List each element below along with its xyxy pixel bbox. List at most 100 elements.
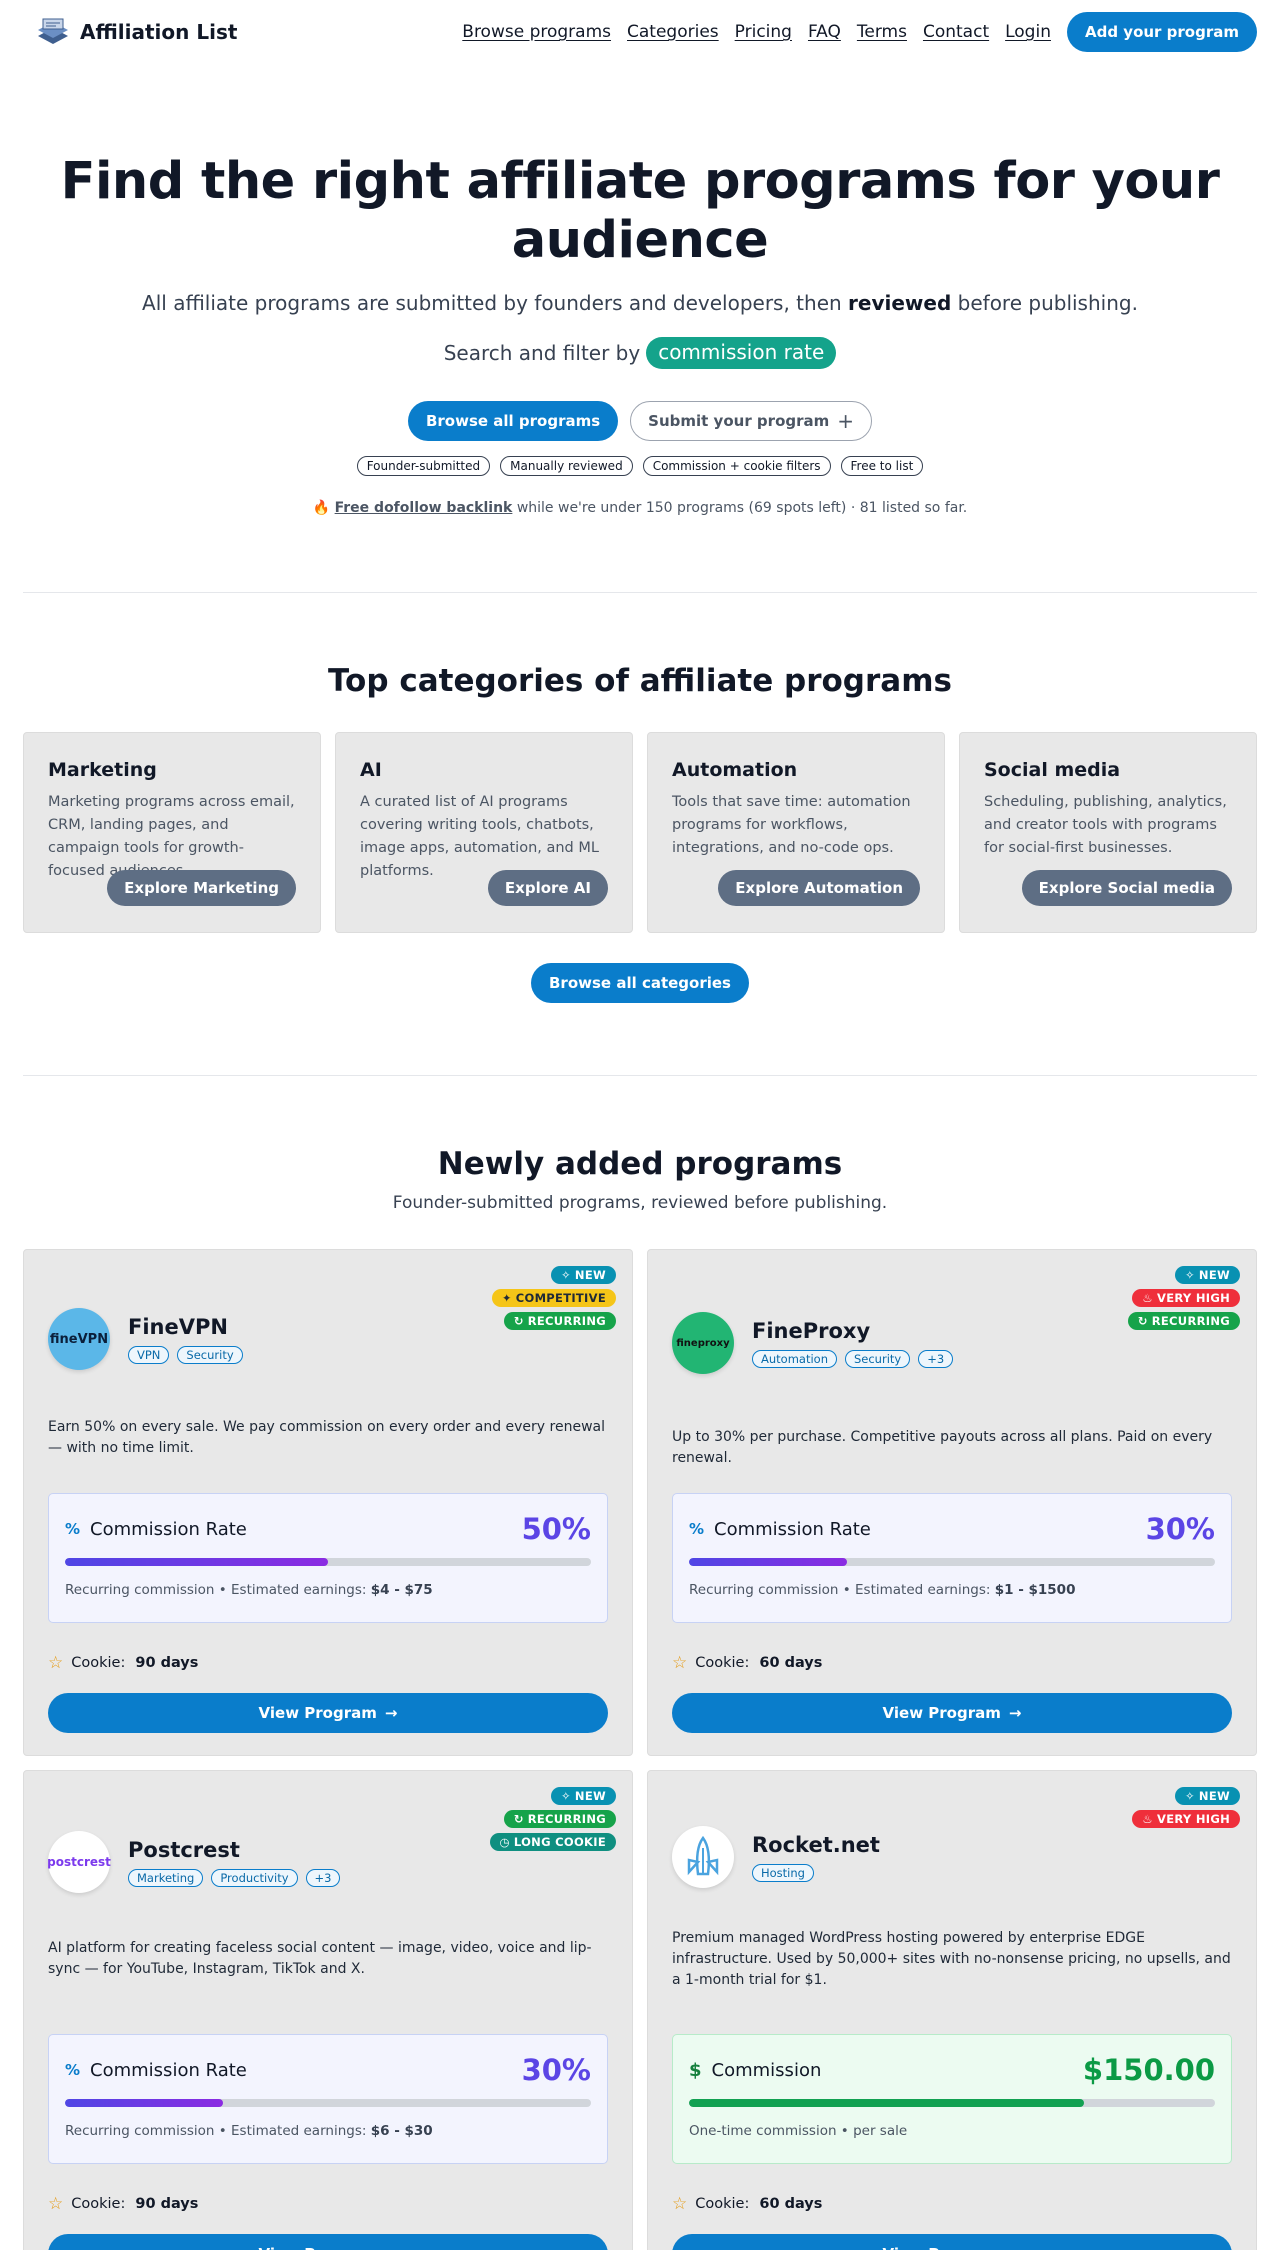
commission-value: 50%	[521, 1512, 591, 1546]
hero-buttons: Browse all programs Submit your program …	[0, 401, 1280, 441]
explore-automation-button[interactable]: Explore Automation	[718, 870, 920, 906]
note-prefix: Recurring commission • Estimated earning…	[65, 1582, 371, 1598]
note-prefix: Recurring commission • Estimated earning…	[689, 1582, 995, 1598]
explore-social-media-button[interactable]: Explore Social media	[1021, 870, 1232, 906]
backlink-link[interactable]: Free dofollow backlink	[335, 500, 513, 516]
explore-ai-button[interactable]: Explore AI	[487, 870, 608, 906]
badge-recurring: ↻ RECURRING	[503, 1312, 616, 1330]
badges: ✧ NEW ♨ VERY HIGH ↻ RECURRING	[1127, 1266, 1240, 1330]
cookie-days: 90 days	[135, 2196, 199, 2212]
commission-bar	[689, 1558, 1215, 1566]
view-program-label: View Program	[259, 2245, 377, 2250]
badge-new: ✧ NEW	[550, 1787, 616, 1805]
flame-icon: ♨	[1142, 1291, 1154, 1305]
category-card-marketing: Marketing Marketing programs across emai…	[23, 732, 321, 933]
nav-link-login[interactable]: Login	[1005, 22, 1051, 42]
dollar-icon: $	[689, 2059, 702, 2081]
chip-founder-submitted: Founder-submitted	[356, 456, 491, 476]
commission-bar	[65, 1558, 591, 1566]
nav-link-contact[interactable]: Contact	[923, 22, 989, 42]
refresh-icon: ↻	[513, 1314, 524, 1328]
tag[interactable]: Security	[177, 1345, 243, 1364]
program-name[interactable]: Postcrest	[128, 1838, 340, 1862]
view-program-button[interactable]: View Program →	[672, 2234, 1232, 2250]
program-desc: AI platform for creating faceless social…	[48, 1940, 592, 1977]
nav-link-terms[interactable]: Terms	[857, 22, 907, 42]
program-desc: Up to 30% per purchase. Competitive payo…	[672, 1429, 1213, 1466]
chip-manually-reviewed: Manually reviewed	[500, 456, 633, 476]
percent-icon: %	[65, 1520, 81, 1538]
categories-grid: Marketing Marketing programs across emai…	[23, 732, 1257, 933]
submit-program-button[interactable]: Submit your program +	[630, 401, 873, 441]
nav-link-faq[interactable]: FAQ	[808, 22, 841, 42]
badge-label: NEW	[574, 1268, 606, 1282]
plus-icon: +	[837, 409, 855, 433]
star-icon: ☆	[48, 2194, 64, 2214]
badge-recurring: ↻ RECURRING	[1127, 1312, 1240, 1330]
tag-more[interactable]: +3	[305, 1868, 341, 1887]
hero-filter-line: Search and filter by commission rate	[0, 337, 1280, 369]
cookie-days: 60 days	[759, 2196, 823, 2212]
category-title: Social media	[984, 759, 1121, 781]
arrow-right-icon: →	[384, 1704, 398, 1722]
flame-icon: ♨	[1142, 1812, 1154, 1826]
commission-note: Recurring commission • Estimated earning…	[65, 1582, 591, 1598]
program-tags: VPN Security	[128, 1345, 243, 1364]
tag[interactable]: VPN	[128, 1345, 170, 1364]
star-icon: ☆	[672, 2194, 688, 2214]
cookie-days: 60 days	[759, 1655, 823, 1671]
program-desc: Premium managed WordPress hosting powere…	[672, 1930, 1231, 1988]
nav-link-categories[interactable]: Categories	[627, 22, 719, 42]
cookie-label: Cookie:	[71, 2196, 126, 2212]
commission-value: 30%	[1145, 1512, 1215, 1546]
nav-link-browse-programs[interactable]: Browse programs	[462, 22, 611, 42]
tag[interactable]: Marketing	[128, 1868, 204, 1887]
tag-more[interactable]: +3	[918, 1349, 954, 1368]
commission-label: Commission Rate	[714, 1518, 871, 1540]
nav-link-pricing[interactable]: Pricing	[735, 22, 792, 42]
view-program-button[interactable]: View Program →	[48, 2234, 608, 2250]
commission-value: $150.00	[1082, 2053, 1215, 2087]
add-program-button[interactable]: Add your program	[1066, 12, 1257, 52]
commission-bar	[689, 2099, 1215, 2107]
category-title: Marketing	[48, 759, 157, 781]
refresh-icon: ↻	[513, 1812, 524, 1826]
program-card-finevpn: ✧ NEW ✦ COMPETITIVE ↻ RECURRING fineVPN Fin…	[23, 1249, 633, 1756]
cookie-label: Cookie:	[695, 1655, 750, 1671]
badge-label: VERY HIGH	[1157, 1291, 1230, 1305]
cookie-line: ☆ Cookie: 60 days	[672, 1653, 822, 1673]
hero-subtitle: All affiliate programs are submitted by …	[0, 291, 1280, 315]
brand[interactable]: Affiliation List	[34, 16, 237, 48]
arrow-right-icon: →	[1008, 1704, 1022, 1722]
refresh-icon: ↻	[1137, 1314, 1148, 1328]
program-logo: fineproxy	[672, 1312, 734, 1374]
note-prefix: Recurring commission • Estimated earning…	[65, 2123, 371, 2139]
clock-icon: ◷	[499, 1835, 510, 1849]
program-name[interactable]: Rocket.net	[752, 1833, 880, 1857]
tag[interactable]: Productivity	[211, 1868, 298, 1887]
badges: ✧ NEW ↻ RECURRING ◷ LONG COOKIE	[489, 1787, 616, 1851]
explore-marketing-button[interactable]: Explore Marketing	[107, 870, 296, 906]
rocket-icon	[687, 1835, 719, 1876]
commission-label: Commission	[711, 2059, 822, 2081]
divider	[23, 1075, 1257, 1076]
filter-text: Search and filter by	[443, 341, 641, 365]
commission-note: One-time commission • per sale	[689, 2123, 1215, 2139]
commission-bar-fill	[65, 2099, 223, 2107]
view-program-button[interactable]: View Program →	[672, 1693, 1232, 1733]
browse-all-categories-button[interactable]: Browse all categories	[531, 963, 749, 1003]
browse-all-programs-button[interactable]: Browse all programs	[407, 401, 619, 441]
view-program-button[interactable]: View Program →	[48, 1693, 608, 1733]
tag[interactable]: Automation	[752, 1349, 837, 1368]
program-tags: Marketing Productivity +3	[128, 1868, 341, 1887]
program-desc: Earn 50% on every sale. We pay commissio…	[48, 1419, 606, 1456]
tag[interactable]: Hosting	[752, 1863, 814, 1882]
commission-bar-fill	[65, 1558, 328, 1566]
tag[interactable]: Security	[844, 1349, 911, 1368]
sparkle-icon: ✧	[1184, 1789, 1195, 1803]
badge-label: NEW	[1198, 1789, 1230, 1803]
filter-pill: commission rate	[646, 337, 837, 369]
note-earnings: $6 - $30	[370, 2123, 433, 2139]
program-name[interactable]: FineVPN	[128, 1315, 243, 1339]
program-name[interactable]: FineProxy	[752, 1319, 953, 1343]
